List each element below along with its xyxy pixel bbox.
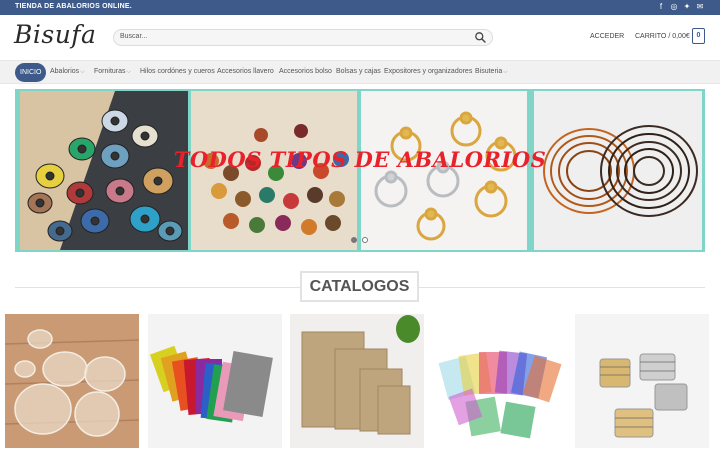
search-icon[interactable] (474, 31, 487, 44)
slider-title: TODOS TIPOS DE ABALORIOS (173, 147, 547, 172)
top-bar: TIENDA DE ABALORIOS ONLINE. f ◎ ✦ ✉ (0, 0, 720, 15)
slider-dot-2[interactable] (362, 237, 368, 243)
nav-item-accesorios-llavero[interactable]: Accesorios llavero (217, 68, 274, 75)
site-logo[interactable]: Bisufa (14, 20, 96, 49)
search-placeholder: Buscar... (120, 33, 148, 40)
nav-item-hilos[interactable]: Hilos cordónes y cueros (140, 68, 215, 75)
catalog-item-jute-bags[interactable] (290, 314, 424, 448)
nav-item-fornituras[interactable]: Fornituras⌵ (94, 68, 131, 76)
header: Bisufa Buscar... ACCEDER CARRITO / 0,00€… (0, 15, 720, 60)
nav-item-inicio[interactable]: INICIO (15, 63, 47, 82)
nav-item-label: Fornituras (94, 68, 126, 75)
catalog-item-organza-bags[interactable] (433, 314, 567, 448)
nav-item-accesorios-bolso[interactable]: Accesorios bolso (279, 68, 332, 75)
nav-item-bolsas-cajas[interactable]: Bolsas y cajas (336, 68, 381, 75)
main-nav: INICIO Abalorios⌵ Fornituras⌵ Hilos cord… (0, 60, 720, 84)
cart-count-badge[interactable]: 0 (692, 28, 705, 44)
nav-item-label: Bisuteria (475, 68, 503, 75)
catalog-item-slide-clasps[interactable] (575, 314, 709, 448)
top-bar-message: TIENDA DE ABALORIOS ONLINE. (15, 3, 132, 10)
slider-dot-1[interactable] (351, 237, 357, 243)
nav-item-label: Abalorios (50, 68, 80, 75)
email-icon[interactable]: ✉ (696, 2, 704, 11)
search-input[interactable]: Buscar... (113, 29, 493, 46)
chevron-down-icon: ⌵ (126, 69, 132, 75)
login-link[interactable]: ACCEDER (590, 33, 624, 40)
cart-link[interactable]: CARRITO / 0,00€ (635, 33, 690, 40)
slider-dots (351, 237, 368, 243)
catalog-item-glass-cabochons[interactable] (5, 314, 139, 448)
catalog-item-satin-bags[interactable] (148, 314, 282, 448)
twitter-icon[interactable]: ✦ (683, 2, 691, 11)
hero-slider[interactable]: TODOS TIPOS DE ABALORIOS (15, 89, 705, 252)
facebook-icon[interactable]: f (657, 2, 665, 11)
social-links: f ◎ ✦ ✉ (657, 2, 704, 11)
catalog-heading: CATALOGOS (300, 271, 419, 302)
instagram-icon[interactable]: ◎ (670, 2, 678, 11)
nav-item-abalorios[interactable]: Abalorios⌵ (50, 68, 85, 76)
nav-item-expositores[interactable]: Expositores y organizadores (384, 68, 472, 75)
chevron-down-icon: ⌵ (503, 69, 508, 75)
nav-item-bisuteria[interactable]: Bisuteria⌵ (475, 68, 508, 76)
chevron-down-icon: ⌵ (80, 69, 85, 75)
